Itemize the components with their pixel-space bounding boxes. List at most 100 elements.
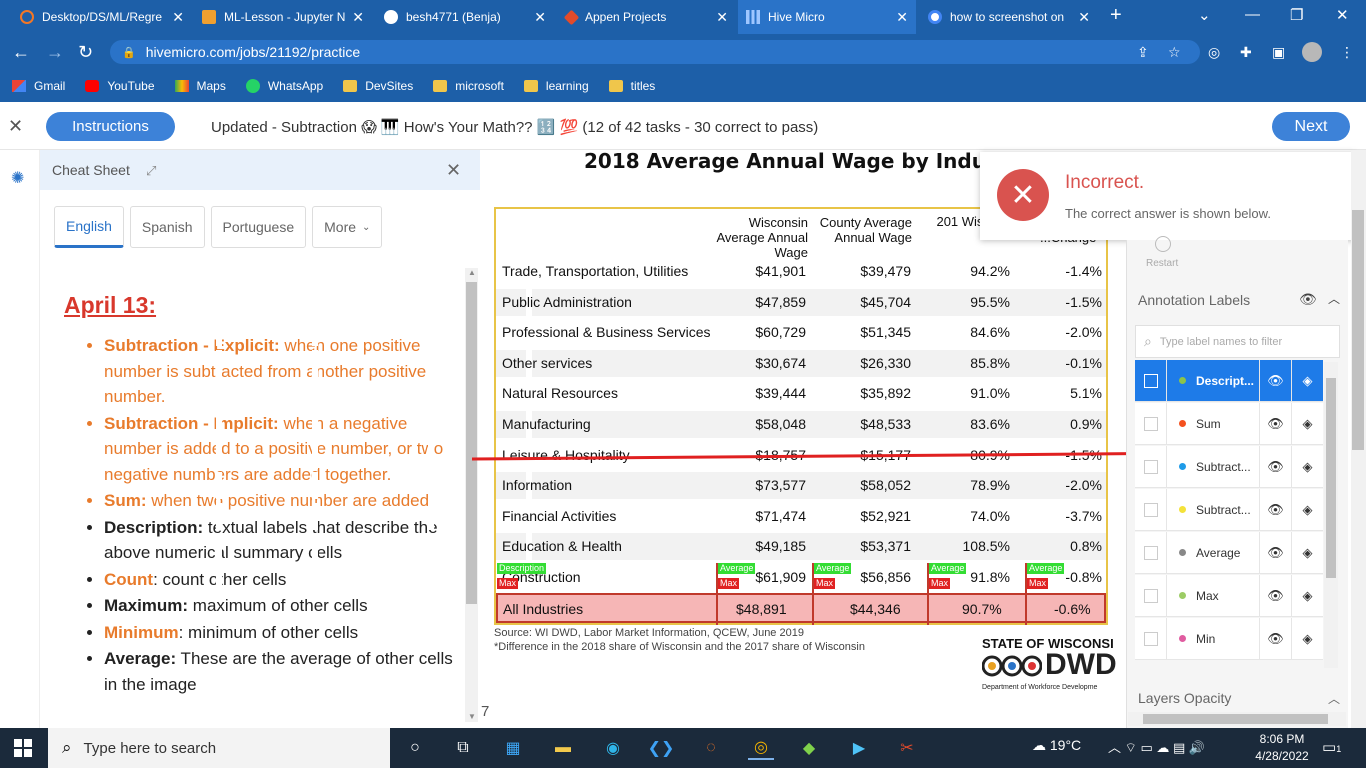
close-task-icon[interactable]: ✕ — [8, 116, 23, 137]
edge-icon[interactable]: ◉ — [600, 736, 626, 760]
label-row[interactable]: Max 👁 ◈ — [1135, 574, 1323, 617]
chevron-up-icon[interactable]: ︿ — [1328, 690, 1340, 707]
eye-icon[interactable]: 👁 — [1259, 445, 1291, 488]
extensions-puzzle-icon[interactable]: ✚ — [1240, 44, 1252, 61]
max-tag[interactable]: Max — [497, 578, 519, 589]
restart-icon[interactable] — [1155, 236, 1171, 252]
extension-circle-icon[interactable]: ◎ — [1208, 44, 1220, 61]
close-cheatsheet-icon[interactable]: ✕ — [446, 160, 461, 181]
app-icon[interactable]: ▶ — [846, 736, 872, 760]
max-tag[interactable]: Max — [814, 578, 836, 589]
max-tag[interactable]: Max — [929, 578, 951, 589]
bookmark-maps[interactable]: Maps — [174, 79, 226, 93]
tab-portuguese[interactable]: Portuguese — [210, 206, 307, 248]
bookmark-devsites[interactable]: DevSites — [343, 79, 413, 93]
tab-jupyter-regression[interactable]: Desktop/DS/ML/Regre ✕ — [12, 0, 192, 34]
average-tag[interactable]: Average — [929, 563, 967, 574]
layers-icon[interactable]: ◈ — [1291, 574, 1323, 617]
file-explorer-icon[interactable]: ▬ — [550, 736, 576, 760]
label-checkbox[interactable] — [1135, 574, 1167, 617]
reload-icon[interactable]: ↻ — [78, 42, 93, 63]
next-button[interactable]: Next — [1272, 112, 1350, 141]
jupyter-icon[interactable]: ◌ — [698, 736, 724, 760]
label-row[interactable]: Descript... 👁 ◈ — [1135, 359, 1323, 402]
bookmark-learning[interactable]: learning — [523, 79, 589, 93]
close-tab-icon[interactable]: ✕ — [1078, 9, 1090, 26]
layers-icon[interactable]: ◈ — [1291, 402, 1323, 445]
bookmark-youtube[interactable]: YouTube — [85, 79, 155, 93]
bookmark-star-icon[interactable]: ☆ — [1168, 44, 1181, 61]
tab-hive-micro[interactable]: Hive Micro ✕ — [738, 0, 916, 34]
eye-icon[interactable]: 👁 — [1259, 574, 1291, 617]
close-tab-icon[interactable]: ✕ — [534, 9, 546, 26]
label-checkbox[interactable] — [1135, 402, 1167, 445]
panel-horizontal-scroll-thumb[interactable] — [1143, 714, 1328, 724]
tab-ml-lesson[interactable]: ML-Lesson - Jupyter N ✕ — [194, 0, 372, 34]
label-checkbox[interactable] — [1135, 488, 1167, 531]
layers-icon[interactable]: ◈ — [1291, 359, 1323, 402]
store-icon[interactable]: ▦ — [500, 736, 526, 760]
eye-icon[interactable]: 👁 — [1299, 291, 1317, 308]
expand-icon[interactable]: ⤢ — [146, 163, 156, 179]
task-view-icon[interactable]: ⧉ — [450, 736, 476, 760]
bookmark-titles[interactable]: titles — [608, 79, 655, 93]
label-checkbox[interactable] — [1135, 617, 1167, 660]
bookmark-microsoft[interactable]: microsoft — [433, 79, 504, 93]
bookmark-whatsapp[interactable]: WhatsApp — [245, 79, 323, 93]
back-icon[interactable]: ← — [12, 42, 30, 63]
tab-english[interactable]: English — [54, 206, 124, 248]
cortana-icon[interactable]: ○ — [402, 736, 428, 760]
tab-appen[interactable]: Appen Projects ✕ — [558, 0, 736, 34]
label-list-scroll-thumb[interactable] — [1326, 378, 1336, 578]
tab-google-search[interactable]: how to screenshot on ✕ — [920, 0, 1098, 34]
table-row-total[interactable]: All Industries $48,891 $44,346 90.7% -0.… — [496, 593, 1106, 623]
chevron-up-icon[interactable]: ︿ — [1328, 290, 1340, 307]
layers-icon[interactable]: ◈ — [1291, 531, 1323, 574]
scroll-down-icon[interactable]: ▼ — [468, 712, 476, 721]
cheatsheet-scroll-thumb[interactable] — [466, 282, 477, 604]
label-checkbox[interactable] — [1135, 359, 1167, 402]
label-row[interactable]: Sum 👁 ◈ — [1135, 402, 1323, 445]
windows-start-icon[interactable] — [14, 739, 32, 757]
system-tray[interactable]: ︿ ⌔ ▭ ☁ ▤ 🔊 — [1108, 737, 1205, 756]
share-icon[interactable]: ⇪ — [1137, 44, 1149, 61]
average-tag[interactable]: Average — [718, 563, 756, 574]
table-row[interactable]: Construction $61,909 $56,856 91.8% -0.8% — [216, 564, 1106, 591]
max-tag[interactable]: Max — [718, 578, 740, 589]
average-tag[interactable]: Average — [814, 563, 852, 574]
layers-icon[interactable]: ◈ — [1291, 488, 1323, 531]
new-tab-button[interactable]: + — [1110, 4, 1130, 27]
label-row[interactable]: Min 👁 ◈ — [1135, 617, 1323, 660]
weather-widget[interactable]: ☁ 19°C — [1032, 737, 1081, 754]
scroll-up-icon[interactable]: ▲ — [468, 268, 476, 277]
tab-github[interactable]: besh4771 (Benja) ✕ — [376, 0, 554, 34]
side-panel-icon[interactable]: ▣ — [1272, 44, 1285, 61]
table-row[interactable]: Education & Health $49,185 $53,371 108.5% 0.… — [216, 533, 1106, 561]
eye-icon[interactable]: 👁 — [1259, 359, 1291, 402]
taskbar-clock[interactable]: 8:06 PM 4/28/2022 — [1254, 731, 1310, 765]
table-row[interactable]: Natural Resources $39,444 $35,892 91.0% 5.1% — [216, 380, 1106, 408]
table-row[interactable]: Professional & Business Services $60,729 $… — [216, 319, 1106, 347]
tab-more[interactable]: More ⌄ — [312, 206, 383, 248]
tab-search-icon[interactable]: ⌄ — [1198, 6, 1211, 24]
profile-avatar[interactable] — [1302, 42, 1322, 62]
notification-icon[interactable]: ▭1 — [1322, 738, 1341, 756]
layers-icon[interactable]: ◈ — [1291, 445, 1323, 488]
table-row[interactable]: Public Administration $47,859 $45,704 95.5%… — [216, 288, 1106, 316]
close-tab-icon[interactable]: ✕ — [352, 9, 364, 26]
tab-spanish[interactable]: Spanish — [129, 206, 205, 248]
minimize-button[interactable]: — — [1245, 6, 1260, 23]
label-checkbox[interactable] — [1135, 445, 1167, 488]
eye-icon[interactable]: 👁 — [1259, 402, 1291, 445]
label-filter-input[interactable]: ⌕ Type label names to filter — [1135, 325, 1340, 358]
table-row[interactable]: Trade, Transportation, Utilities $41,901 $… — [216, 258, 1106, 285]
table-row[interactable]: Financial Activities $71,474 $52,921 74.0% -… — [216, 502, 1106, 530]
menu-icon[interactable]: ⋮ — [1340, 44, 1354, 61]
vscode-icon[interactable]: ❮❯ — [648, 736, 675, 760]
label-row[interactable]: Subtract... 👁 ◈ — [1135, 445, 1323, 488]
git-icon[interactable]: ◆ — [796, 736, 822, 760]
description-tag[interactable]: Description — [497, 563, 547, 574]
url-bar[interactable]: 🔒 hivemicro.com/jobs/21192/practice — [110, 40, 1200, 64]
table-row[interactable]: Information $73,577 $58,052 78.9% -2.0% — [216, 472, 1106, 500]
chrome-icon[interactable]: ◎ — [748, 736, 774, 760]
